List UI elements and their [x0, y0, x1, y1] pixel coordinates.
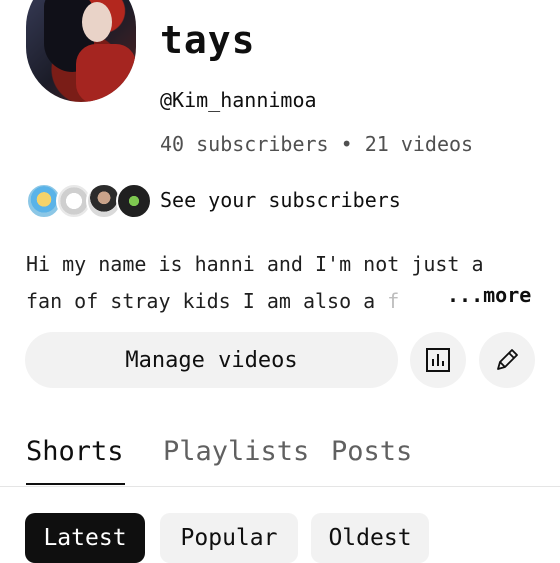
channel-avatar[interactable]	[26, 0, 136, 102]
tab-posts[interactable]: Posts	[331, 436, 412, 467]
more-link[interactable]: ...more	[441, 283, 532, 307]
channel-name: tays	[160, 18, 256, 62]
filter-latest-chip[interactable]: Latest	[25, 513, 145, 563]
description-line-1: Hi my name is hanni and I'm not just a	[26, 252, 484, 276]
analytics-button[interactable]	[410, 332, 466, 388]
subscriber-avatar	[116, 183, 152, 219]
tab-playlists[interactable]: Playlists	[163, 436, 309, 467]
description-line-2: fan of stray kids I am also a	[26, 289, 388, 313]
filter-oldest-label: Oldest	[328, 525, 412, 551]
filter-oldest-chip[interactable]: Oldest	[311, 513, 429, 563]
channel-handle: @Kim_hannimoa	[160, 88, 317, 112]
see-subscribers-link[interactable]: See your subscribers	[160, 188, 401, 212]
manage-videos-label: Manage videos	[125, 347, 298, 373]
channel-stats: 40 subscribers • 21 videos	[160, 132, 474, 156]
avatar-face	[82, 2, 112, 42]
tab-shorts[interactable]: Shorts	[26, 436, 124, 467]
edit-channel-button[interactable]	[479, 332, 535, 388]
tabs-divider	[0, 486, 560, 487]
filter-popular-label: Popular	[180, 525, 278, 551]
filter-popular-chip[interactable]: Popular	[160, 513, 298, 563]
active-tab-indicator	[26, 483, 125, 485]
avatar-clothing	[76, 44, 136, 102]
manage-videos-button[interactable]: Manage videos	[25, 332, 398, 388]
pencil-icon	[497, 349, 518, 370]
filter-latest-label: Latest	[43, 525, 127, 551]
analytics-icon	[426, 348, 450, 372]
description-fade: f	[387, 289, 400, 313]
